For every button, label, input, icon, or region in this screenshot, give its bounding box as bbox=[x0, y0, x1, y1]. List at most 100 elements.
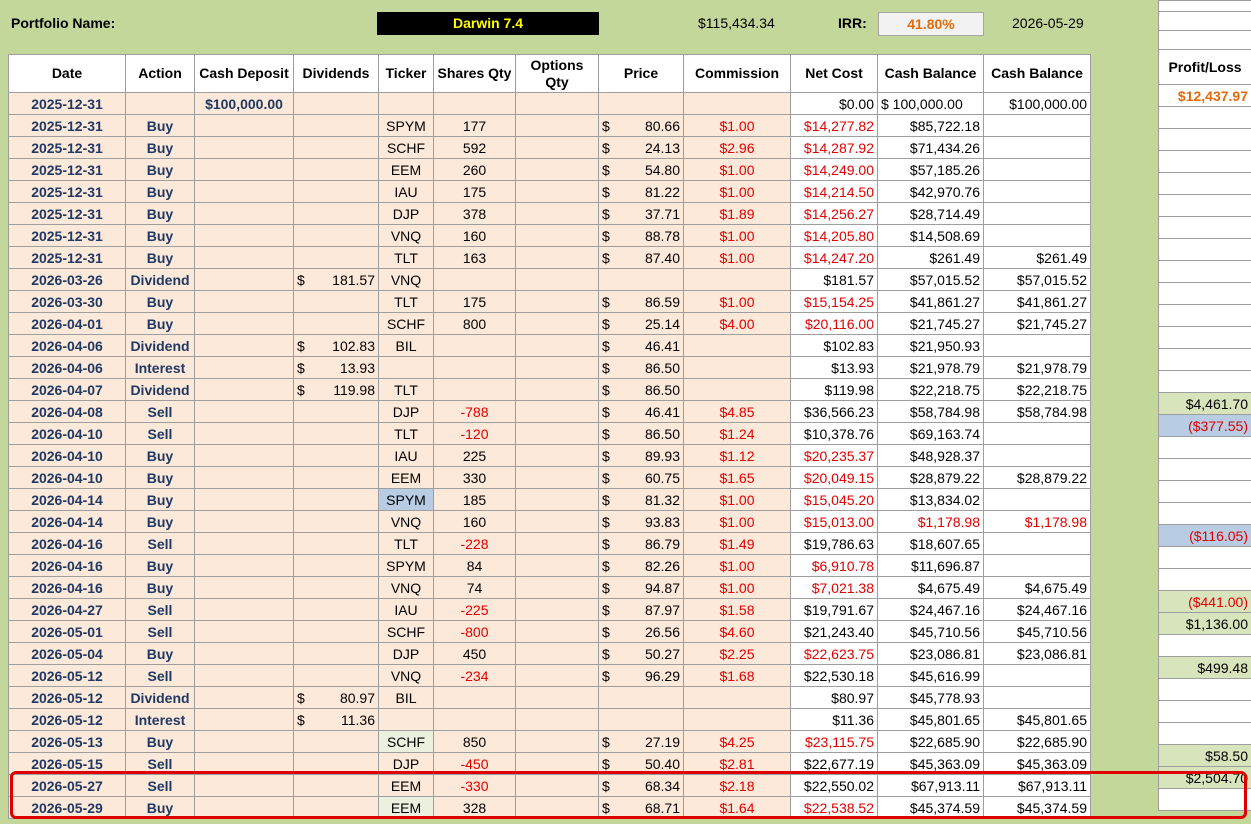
cell-price[interactable]: $89.93 bbox=[598, 444, 684, 467]
cell-net-cost[interactable]: $15,013.00 bbox=[790, 510, 878, 533]
cell-cash-balance-2[interactable] bbox=[983, 224, 1091, 247]
cell-date[interactable]: 2026-05-15 bbox=[8, 752, 126, 775]
cell-action[interactable]: Buy bbox=[125, 136, 195, 159]
cell-cash-balance-2[interactable]: $45,363.09 bbox=[983, 752, 1091, 775]
cell-cash-balance[interactable]: $28,714.49 bbox=[877, 202, 984, 225]
cell-dividends[interactable]: $11.36 bbox=[293, 708, 379, 731]
cell-cash-balance[interactable]: $42,970.76 bbox=[877, 180, 984, 203]
cell-date[interactable]: 2026-04-16 bbox=[8, 554, 126, 577]
cell-date[interactable]: 2026-04-10 bbox=[8, 422, 126, 445]
cell-action[interactable]: Buy bbox=[125, 224, 195, 247]
cell-price[interactable]: $96.29 bbox=[598, 664, 684, 687]
cell-date[interactable]: 2026-04-27 bbox=[8, 598, 126, 621]
cell-shares-qty[interactable]: -788 bbox=[433, 400, 516, 423]
cell-dividends[interactable]: $102.83 bbox=[293, 334, 379, 357]
cell-dividends[interactable]: $119.98 bbox=[293, 378, 379, 401]
cell-options-qty[interactable] bbox=[515, 114, 599, 137]
cell-date[interactable]: 2026-04-01 bbox=[8, 312, 126, 335]
cell-options-qty[interactable] bbox=[515, 378, 599, 401]
cell-action[interactable]: Buy bbox=[125, 444, 195, 467]
cell-cash-balance-2[interactable] bbox=[983, 532, 1091, 555]
cell-price[interactable]: $24.13 bbox=[598, 136, 684, 159]
cell-commission[interactable]: $1.00 bbox=[683, 246, 791, 269]
cell-price[interactable]: $46.41 bbox=[598, 400, 684, 423]
cell-date[interactable]: 2026-05-01 bbox=[8, 620, 126, 643]
cell-cash-balance-2[interactable]: $1,178.98 bbox=[983, 510, 1091, 533]
cell-cash-balance[interactable]: $18,607.65 bbox=[877, 532, 984, 555]
cell-shares-qty[interactable]: 175 bbox=[433, 180, 516, 203]
cell-commission[interactable] bbox=[683, 334, 791, 357]
cell-action[interactable]: Buy bbox=[125, 576, 195, 599]
cell-ticker[interactable]: IAU bbox=[378, 444, 434, 467]
cell-options-qty[interactable] bbox=[515, 774, 599, 797]
cell-cash-deposit[interactable] bbox=[194, 158, 294, 181]
cell-commission[interactable]: $1.64 bbox=[683, 796, 791, 819]
cell-commission[interactable]: $2.18 bbox=[683, 774, 791, 797]
cell-profit-loss[interactable]: ($116.05) bbox=[1158, 524, 1251, 547]
cell-cash-balance-2[interactable] bbox=[983, 664, 1091, 687]
cell-cash-deposit[interactable] bbox=[194, 576, 294, 599]
cell-options-qty[interactable] bbox=[515, 708, 599, 731]
cell-action[interactable]: Buy bbox=[125, 796, 195, 819]
cell-commission[interactable]: $1.68 bbox=[683, 664, 791, 687]
cell-profit-loss[interactable] bbox=[1158, 128, 1251, 151]
cell-action[interactable]: Buy bbox=[125, 312, 195, 335]
cell-ticker[interactable]: SCHF bbox=[378, 620, 434, 643]
cell-options-qty[interactable] bbox=[515, 334, 599, 357]
cell-options-qty[interactable] bbox=[515, 642, 599, 665]
cell-cash-balance[interactable]: $261.49 bbox=[877, 246, 984, 269]
cell-dividends[interactable] bbox=[293, 422, 379, 445]
cell-cash-balance[interactable]: $13,834.02 bbox=[877, 488, 984, 511]
cell-cash-balance-2[interactable] bbox=[983, 136, 1091, 159]
cell-cash-balance[interactable]: $57,015.52 bbox=[877, 268, 984, 291]
cell-cash-deposit[interactable] bbox=[194, 642, 294, 665]
cell-ticker[interactable]: DJP bbox=[378, 400, 434, 423]
cell-options-qty[interactable] bbox=[515, 290, 599, 313]
cell-net-cost[interactable]: $20,116.00 bbox=[790, 312, 878, 335]
cell-net-cost[interactable]: $22,550.02 bbox=[790, 774, 878, 797]
cell-date[interactable]: 2026-04-06 bbox=[8, 334, 126, 357]
cell-profit-loss[interactable] bbox=[1158, 150, 1251, 173]
cell-cash-deposit[interactable] bbox=[194, 532, 294, 555]
col-header-cash-balance[interactable]: Cash Balance bbox=[877, 54, 984, 93]
cell-price[interactable]: $88.78 bbox=[598, 224, 684, 247]
cell-profit-loss[interactable] bbox=[1158, 502, 1251, 525]
cell-dividends[interactable] bbox=[293, 92, 379, 115]
cell-net-cost[interactable]: $20,049.15 bbox=[790, 466, 878, 489]
cell-net-cost[interactable]: $22,530.18 bbox=[790, 664, 878, 687]
cell-ticker[interactable]: EEM bbox=[378, 796, 434, 819]
cell-commission[interactable]: $1.00 bbox=[683, 158, 791, 181]
col-header-price[interactable]: Price bbox=[598, 54, 684, 93]
cell-cash-balance[interactable]: $45,363.09 bbox=[877, 752, 984, 775]
cell-ticker[interactable]: EEM bbox=[378, 158, 434, 181]
cell-action[interactable]: Buy bbox=[125, 114, 195, 137]
cell-price[interactable]: $87.97 bbox=[598, 598, 684, 621]
cell-dividends[interactable] bbox=[293, 114, 379, 137]
cell-net-cost[interactable]: $14,247.20 bbox=[790, 246, 878, 269]
cell-dividends[interactable] bbox=[293, 554, 379, 577]
cell-commission[interactable]: $1.00 bbox=[683, 290, 791, 313]
cell-cash-deposit[interactable] bbox=[194, 114, 294, 137]
cell-ticker[interactable]: TLT bbox=[378, 532, 434, 555]
cell-commission[interactable]: $2.25 bbox=[683, 642, 791, 665]
cell-profit-loss[interactable] bbox=[1158, 546, 1251, 569]
col-header-ticker[interactable]: Ticker bbox=[378, 54, 434, 93]
cell-ticker[interactable] bbox=[378, 356, 434, 379]
cell-dividends[interactable] bbox=[293, 642, 379, 665]
cell-shares-qty[interactable]: -800 bbox=[433, 620, 516, 643]
cell-cash-balance[interactable]: $45,616.99 bbox=[877, 664, 984, 687]
cell-price[interactable]: $86.79 bbox=[598, 532, 684, 555]
cell-options-qty[interactable] bbox=[515, 796, 599, 819]
cell-action[interactable]: Buy bbox=[125, 158, 195, 181]
cell-date[interactable]: 2026-05-29 bbox=[8, 796, 126, 819]
cell-cash-balance[interactable]: $57,185.26 bbox=[877, 158, 984, 181]
cell-date[interactable]: 2026-04-14 bbox=[8, 488, 126, 511]
cell-cash-balance-2[interactable] bbox=[983, 444, 1091, 467]
cell-cash-balance[interactable]: $14,508.69 bbox=[877, 224, 984, 247]
cell-shares-qty[interactable] bbox=[433, 92, 516, 115]
cell-commission[interactable] bbox=[683, 268, 791, 291]
col-header-date[interactable]: Date bbox=[8, 54, 126, 93]
cell-net-cost[interactable]: $22,623.75 bbox=[790, 642, 878, 665]
cell-commission[interactable]: $1.00 bbox=[683, 510, 791, 533]
col-header-commission[interactable]: Commission bbox=[683, 54, 791, 93]
